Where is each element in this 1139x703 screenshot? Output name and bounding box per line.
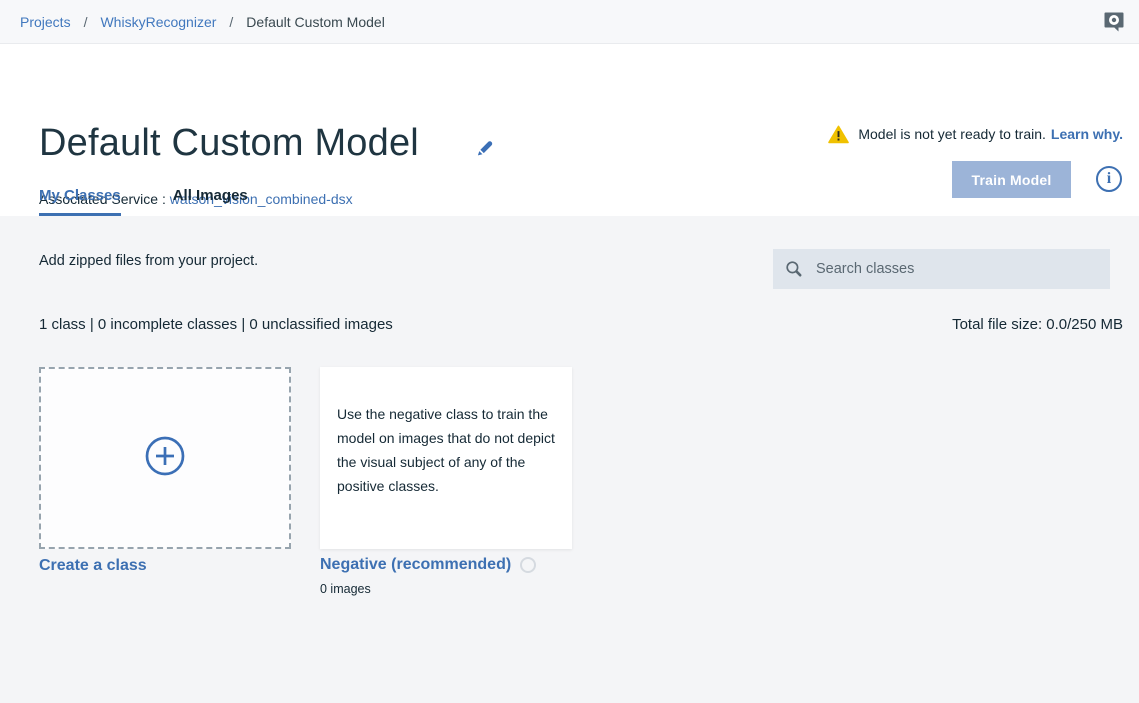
search-classes-input[interactable] — [814, 260, 1098, 278]
negative-class-title-row: Negative (recommended) — [320, 556, 536, 574]
info-icon[interactable]: i — [1096, 166, 1122, 192]
negative-class-image-count: 0 images — [320, 582, 371, 596]
breadcrumb-link-projects[interactable]: Projects — [20, 14, 71, 30]
breadcrumb-current-page: Default Custom Model — [246, 14, 385, 30]
search-icon — [785, 260, 803, 278]
breadcrumb-link-project-name[interactable]: WhiskyRecognizer — [100, 14, 216, 30]
community-icon[interactable] — [1101, 9, 1127, 35]
negative-class-link[interactable]: Negative (recommended) — [320, 556, 511, 574]
visual-recognition-model-page: Projects / WhiskyRecognizer / Default Cu… — [0, 0, 1139, 703]
negative-class-radio[interactable] — [520, 557, 536, 573]
learn-why-link[interactable]: Learn why. — [1051, 126, 1123, 142]
page-header: Default Custom Model Model is not yet re… — [0, 44, 1139, 216]
training-warning: Model is not yet ready to train. Learn w… — [828, 124, 1123, 144]
page-title: Default Custom Model — [39, 122, 419, 165]
negative-class-description: Use the negative class to train the mode… — [337, 406, 555, 494]
tab-my-classes[interactable]: My Classes — [39, 187, 121, 216]
warning-text: Model is not yet ready to train. — [858, 126, 1046, 142]
tab-bar: My Classes All Images — [39, 187, 300, 216]
breadcrumb-separator: / — [84, 14, 88, 30]
class-summary-text: 1 class | 0 incomplete classes | 0 uncla… — [39, 316, 393, 333]
instruction-text: Add zipped files from your project. — [39, 253, 258, 269]
breadcrumb-separator: / — [229, 14, 233, 30]
total-file-size: Total file size: 0.0/250 MB — [952, 316, 1123, 333]
train-model-button[interactable]: Train Model — [952, 161, 1071, 198]
edit-title-pencil-icon[interactable] — [474, 137, 496, 159]
breadcrumb: Projects / WhiskyRecognizer / Default Cu… — [0, 0, 1139, 44]
warning-triangle-icon — [828, 125, 849, 144]
search-classes-box — [773, 249, 1110, 289]
create-class-dropzone[interactable] — [39, 367, 291, 549]
create-class-link[interactable]: Create a class — [39, 557, 147, 575]
plus-circle-icon — [143, 434, 187, 483]
classes-panel: Add zipped files from your project. 1 cl… — [0, 216, 1139, 703]
tab-all-images[interactable]: All Images — [173, 187, 248, 216]
negative-class-card[interactable]: Use the negative class to train the mode… — [320, 367, 572, 549]
